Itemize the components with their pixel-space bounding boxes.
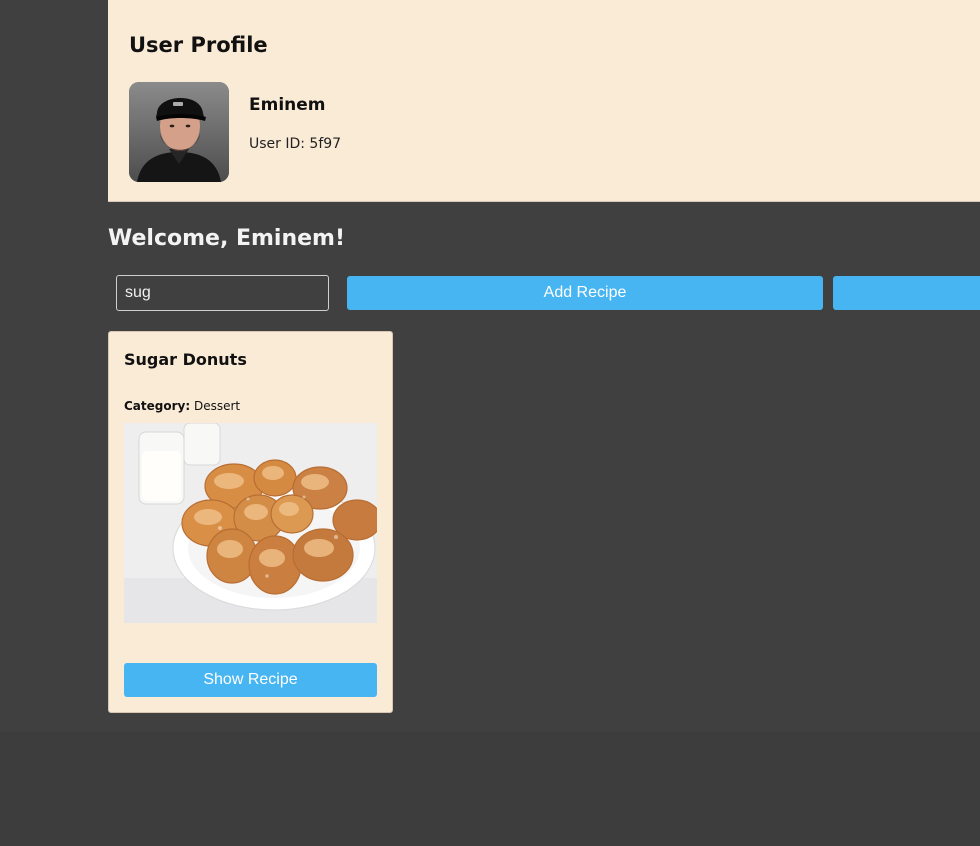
show-recipe-button[interactable]: Show Recipe — [124, 663, 377, 697]
avatar — [129, 82, 229, 182]
recipe-card: Sugar Donuts Category: Dessert Show Reci… — [108, 331, 393, 713]
user-profile-panel: User Profile Eminem User ID: 5f97 — [108, 0, 980, 202]
profile-title: User Profile — [129, 33, 268, 57]
profile-name: Eminem — [249, 95, 326, 115]
recipe-image — [124, 423, 377, 623]
page: User Profile Eminem User ID: 5f97 Welcom… — [0, 0, 980, 846]
welcome-message: Welcome, Eminem! — [108, 226, 345, 251]
search-input[interactable] — [116, 275, 329, 311]
toolbar-extra-button[interactable] — [833, 276, 980, 310]
recipe-title: Sugar Donuts — [124, 350, 247, 369]
recipe-category-label: Category: — [124, 399, 191, 413]
recipe-category: Category: Dessert — [124, 399, 240, 413]
add-recipe-button[interactable]: Add Recipe — [347, 276, 823, 310]
recipe-category-value: Dessert — [193, 399, 241, 413]
user-id-label: User ID: 5f97 — [249, 136, 342, 152]
lower-background — [0, 732, 980, 846]
